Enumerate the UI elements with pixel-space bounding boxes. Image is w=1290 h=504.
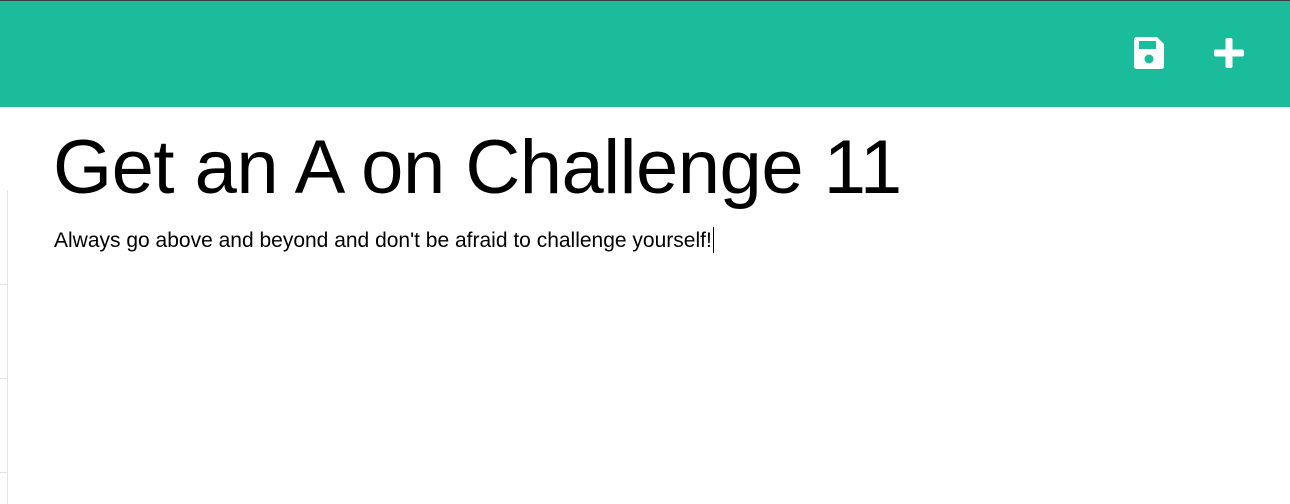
top-toolbar bbox=[0, 0, 1290, 107]
text-cursor bbox=[712, 227, 714, 253]
note-text-area[interactable]: Always go above and beyond and don't be … bbox=[54, 226, 1254, 256]
save-icon bbox=[1134, 37, 1164, 69]
list-divider bbox=[0, 472, 8, 473]
list-divider bbox=[0, 284, 8, 285]
new-note-button[interactable] bbox=[1209, 33, 1249, 73]
save-note-button[interactable] bbox=[1129, 33, 1169, 73]
note-title-input[interactable]: Get an A on Challenge 11 bbox=[53, 120, 902, 216]
list-divider bbox=[0, 378, 8, 379]
note-body-text: Always go above and beyond and don't be … bbox=[54, 229, 712, 252]
plus-icon bbox=[1214, 38, 1244, 68]
note-list-edge bbox=[0, 190, 8, 504]
